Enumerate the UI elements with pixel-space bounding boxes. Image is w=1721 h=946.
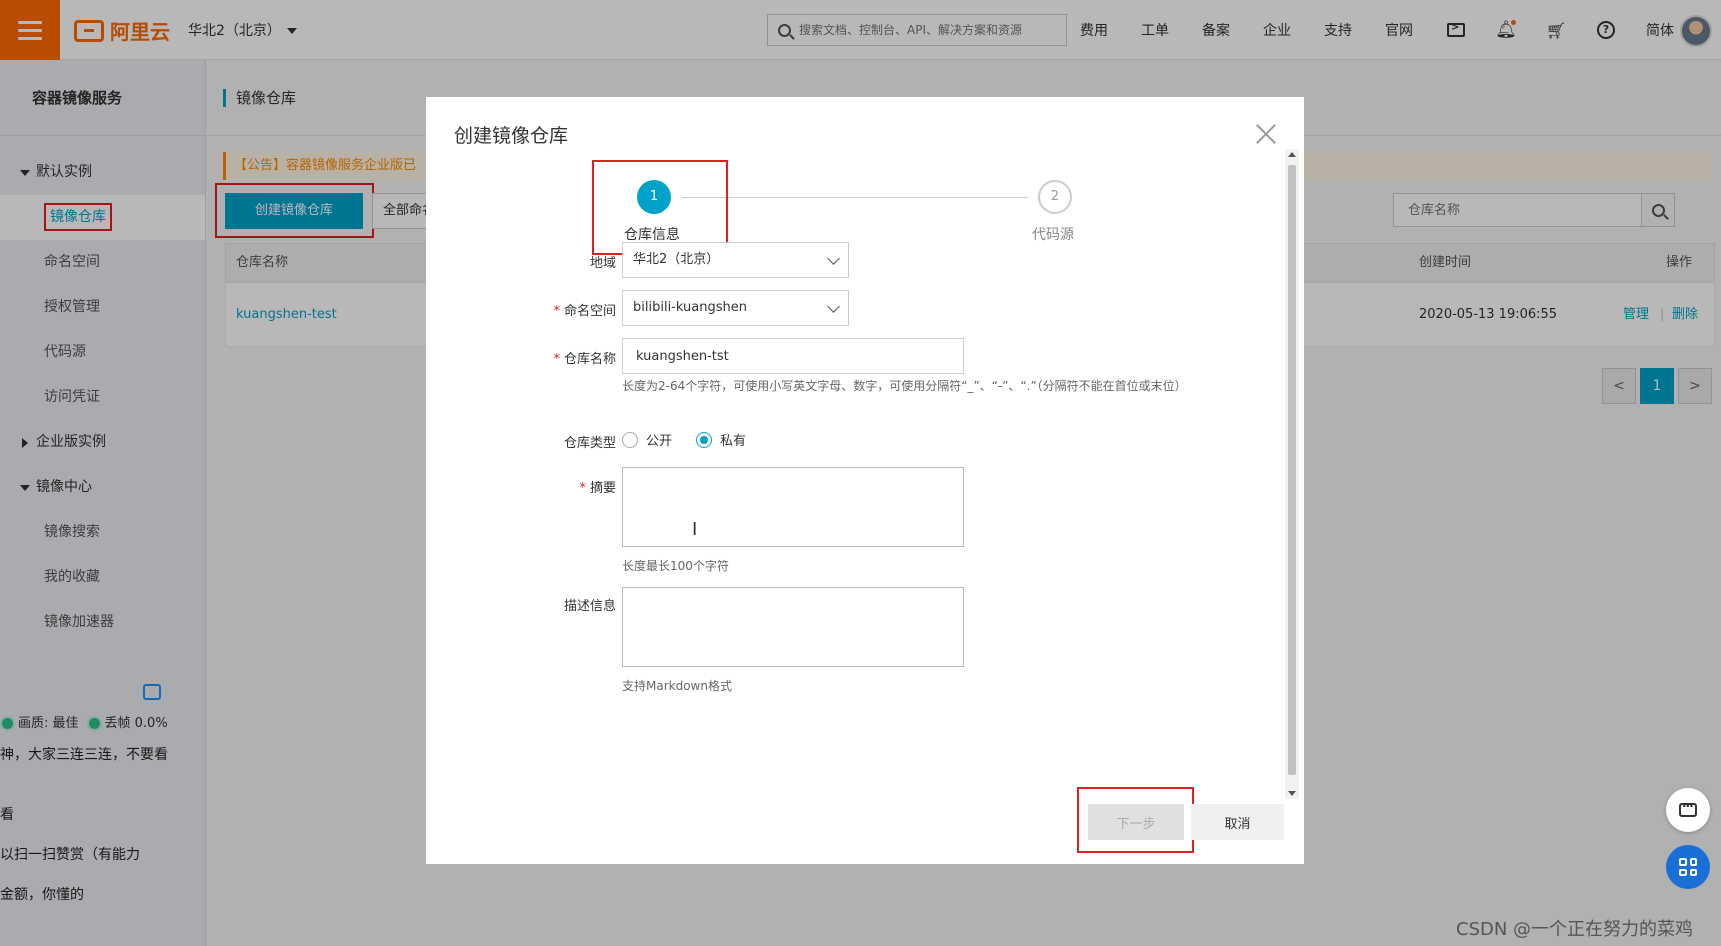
text-cursor-icon: I — [692, 519, 698, 540]
step-indicator: 1 2 仓库信息 代码源 — [426, 180, 1304, 250]
step-2-label: 代码源 — [1032, 227, 1074, 243]
namespace-label-text: 命名空间 — [563, 304, 616, 319]
region-field-label: 地域 — [589, 256, 616, 271]
summary-hint: 长度最长100个字符 — [622, 559, 729, 573]
namespace-select[interactable]: bilibili-kuangshen — [622, 290, 849, 326]
next-button-highlight — [1077, 787, 1194, 853]
scrollbar-thumb[interactable] — [1288, 165, 1296, 775]
summary-label-text: 摘要 — [589, 481, 616, 496]
dialog-title: 创建镜像仓库 — [454, 125, 569, 147]
required-mark: * — [553, 304, 560, 319]
apps-grid-icon — [1679, 858, 1697, 876]
step-highlight — [592, 160, 728, 255]
chat-button[interactable] — [1666, 788, 1710, 832]
step-connector — [682, 197, 1028, 198]
chevron-down-icon — [827, 252, 840, 265]
chat-icon — [1679, 799, 1697, 817]
radio-public-label[interactable]: 公开 — [646, 430, 672, 449]
cancel-button[interactable]: 取消 — [1191, 804, 1284, 840]
radio-public[interactable] — [622, 431, 638, 448]
region-select-value: 华北2（北京） — [633, 252, 720, 267]
repo-name-field-label: * 仓库名称 — [486, 348, 616, 367]
repo-type-radio-group: 公开 私有 — [622, 430, 746, 449]
step-2-circle: 2 — [1038, 180, 1072, 214]
watermark: CSDN @一个正在努力的菜鸡 — [1456, 919, 1694, 940]
repo-name-label-text: 仓库名称 — [563, 352, 616, 367]
apps-button[interactable] — [1666, 845, 1710, 889]
scroll-down-arrow-icon[interactable] — [1288, 791, 1296, 796]
close-icon[interactable] — [1255, 123, 1277, 145]
description-hint: 支持Markdown格式 — [622, 679, 732, 693]
create-repo-dialog: 创建镜像仓库 1 2 仓库信息 代码源 地域 华北2（北京） * 命名空间 bil… — [426, 97, 1304, 864]
scroll-up-arrow-icon[interactable] — [1288, 152, 1296, 157]
dialog-scrollbar[interactable] — [1285, 149, 1299, 799]
chevron-down-icon — [827, 300, 840, 313]
region-select[interactable]: 华北2（北京） — [622, 242, 849, 278]
description-textarea[interactable] — [622, 587, 964, 667]
repo-name-hint: 长度为2-64个字符，可使用小写英文字母、数字，可使用分隔符“_”、“-”、“.… — [622, 379, 1187, 393]
radio-private[interactable] — [696, 431, 713, 448]
required-mark: * — [553, 352, 560, 367]
summary-textarea[interactable] — [622, 467, 964, 547]
required-mark: * — [579, 481, 586, 496]
description-field-label: 描述信息 — [563, 599, 616, 614]
repo-type-field-label: 仓库类型 — [563, 436, 616, 451]
namespace-select-value: bilibili-kuangshen — [633, 300, 747, 315]
repo-name-input[interactable] — [622, 338, 964, 374]
radio-private-label[interactable]: 私有 — [720, 430, 746, 449]
namespace-field-label: * 命名空间 — [486, 300, 616, 319]
summary-field-label: * 摘要 — [486, 477, 616, 496]
